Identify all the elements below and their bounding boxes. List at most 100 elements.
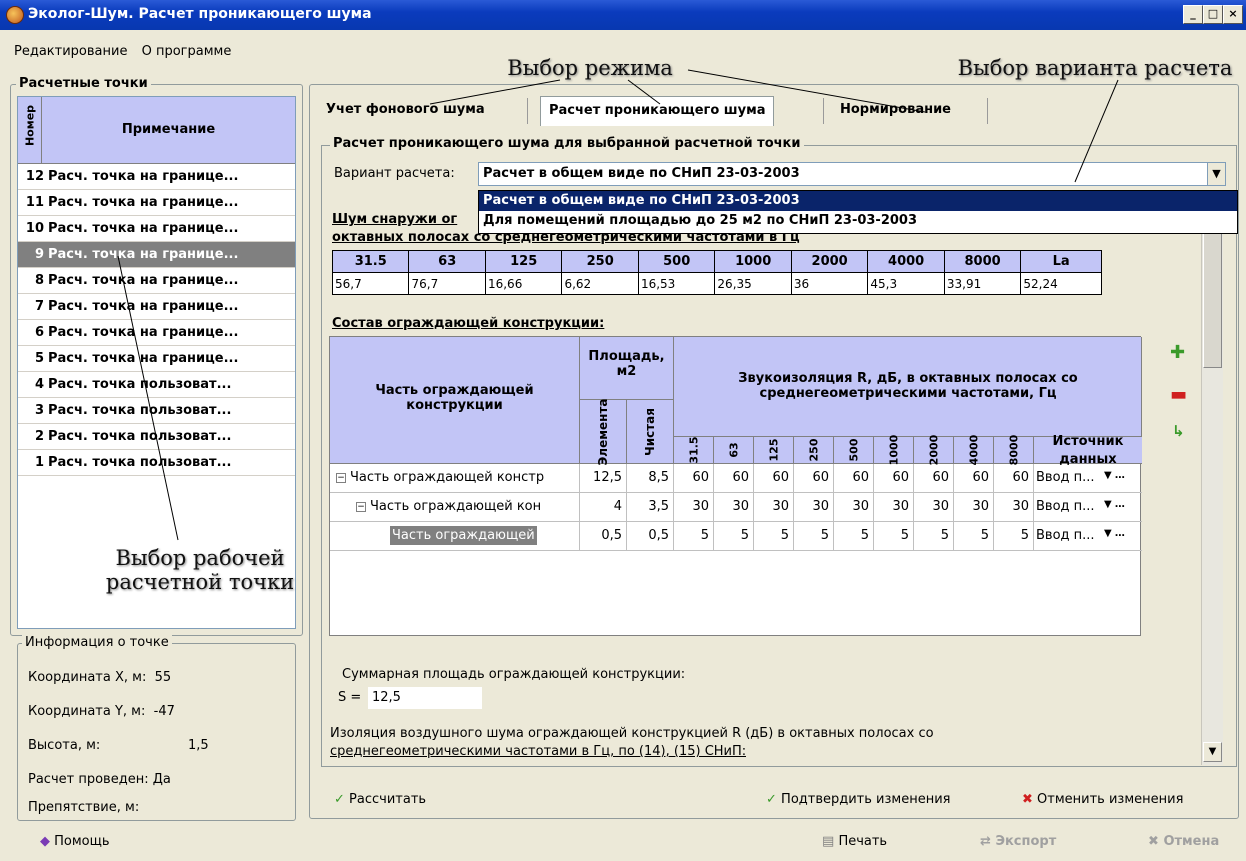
freq-value-cell[interactable]: 36 [790,272,869,295]
list-item[interactable]: 9 Расч. точка на границе... [18,242,295,268]
col-freq-header[interactable]: 500 [834,437,874,464]
freq-value-cell[interactable]: 16,53 [637,272,716,295]
isolation-cell[interactable]: 30 [714,493,754,522]
isolation-cell[interactable]: 5 [754,522,794,551]
menu-about[interactable]: О программе [142,44,232,59]
isolation-cell[interactable]: 60 [674,464,714,493]
source-controls[interactable]: ▼ … [1104,528,1125,539]
col-freq-header[interactable]: 1000 [874,435,914,465]
collapse-icon[interactable]: − [336,473,346,483]
minimize-button[interactable]: _ [1183,5,1203,24]
isolation-cell[interactable]: 5 [714,522,754,551]
menu-edit[interactable]: Редактирование [14,44,127,59]
col-area-elem-header[interactable]: Элемента [580,398,627,465]
col-source-header[interactable]: Источник данных [1034,434,1142,467]
dropdown-arrow-icon[interactable]: ▼ [1104,499,1112,510]
isolation-cell[interactable]: 60 [914,464,954,493]
freq-value-cell[interactable]: 45,3 [867,272,945,295]
tab-background-noise[interactable]: Учет фонового шума [318,96,493,126]
col-freq-header[interactable]: 63 [714,437,754,464]
col-note-header[interactable]: Примечание [42,122,295,137]
isolation-cell[interactable]: 30 [674,493,714,522]
chevron-down-icon[interactable]: ▼ [1207,163,1225,185]
variant-option-small-room[interactable]: Для помещений площадью до 25 м2 по СНиП … [479,211,1237,231]
freq-value-cell[interactable]: 16,66 [484,272,563,295]
total-area-field[interactable]: 12,5 [368,687,482,709]
isolation-cell[interactable]: 5 [994,522,1034,551]
isolation-cell[interactable]: 60 [714,464,754,493]
collapse-icon[interactable]: − [356,502,366,512]
export-button[interactable]: ⇄ Экспорт [980,834,1056,849]
close-button[interactable]: × [1223,5,1243,24]
isolation-cell[interactable]: 60 [954,464,994,493]
isolation-cell[interactable]: 60 [874,464,914,493]
isolation-cell[interactable]: 5 [874,522,914,551]
freq-value-cell[interactable]: 6,62 [561,272,639,295]
scroll-down-button[interactable]: ▼ [1203,742,1222,762]
source-controls[interactable]: ▼ … [1104,499,1125,510]
list-item[interactable]: 6 Расч. точка на границе... [18,320,295,346]
scroll-thumb[interactable] [1203,228,1222,368]
area-clean-cell[interactable]: 3,5 [627,493,674,522]
add-row-icon[interactable]: ✚ [1170,344,1185,362]
col-freq-header[interactable]: 250 [794,437,834,464]
list-item[interactable]: 5 Расч. точка на границе... [18,346,295,372]
isolation-cell[interactable]: 30 [834,493,874,522]
print-button[interactable]: ▤ Печать [822,834,887,849]
variant-select[interactable]: Расчет в общем виде по СНиП 23-03-2003 ▼ [478,162,1226,186]
ellipsis-button[interactable]: … [1115,528,1125,539]
ellipsis-button[interactable]: … [1115,470,1125,481]
table-row[interactable]: − Часть ограждающей кон [330,493,580,522]
vertical-scrollbar[interactable]: ▼ [1201,200,1223,765]
col-freq-header[interactable]: 4000 [954,435,994,465]
variant-option-general[interactable]: Расчет в общем виде по СНиП 23-03-2003 [479,191,1237,211]
list-item[interactable]: 7 Расч. точка на границе... [18,294,295,320]
isolation-cell[interactable]: 5 [834,522,874,551]
isolation-cell[interactable]: 30 [794,493,834,522]
confirm-changes-button[interactable]: ✓ Подтвердить изменения [766,792,951,807]
isolation-cell[interactable]: 30 [994,493,1034,522]
cancel-button[interactable]: ✖ Отмена [1148,834,1219,849]
freq-value-cell[interactable]: 76,7 [408,272,486,295]
freq-value-cell[interactable]: 52,24 [1020,272,1102,295]
delete-row-icon[interactable]: ▬ [1170,386,1187,404]
source-controls[interactable]: ▼ … [1104,470,1125,481]
col-freq-header[interactable]: 2000 [914,435,954,465]
isolation-cell[interactable]: 5 [794,522,834,551]
area-element-cell[interactable]: 4 [580,493,627,522]
list-item[interactable]: 12 Расч. точка на границе... [18,164,295,190]
area-element-cell[interactable]: 12,5 [580,464,627,493]
col-part-header[interactable]: Часть ограждающей конструкции [330,337,580,464]
list-item[interactable]: 4 Расч. точка пользоват... [18,372,295,398]
add-child-icon[interactable]: ↳ [1172,422,1185,440]
isolation-cell[interactable]: 30 [914,493,954,522]
col-number-header[interactable]: Номер [18,97,42,163]
maximize-button[interactable]: □ [1203,5,1223,24]
isolation-cell[interactable]: 60 [754,464,794,493]
list-item[interactable]: 8 Расч. точка на границе... [18,268,295,294]
isolation-cell[interactable]: 60 [834,464,874,493]
isolation-cell[interactable]: 60 [994,464,1034,493]
col-freq-header[interactable]: 125 [754,437,794,464]
dropdown-arrow-icon[interactable]: ▼ [1104,528,1112,539]
freq-value-cell[interactable]: 33,91 [943,272,1022,295]
table-row[interactable]: − Часть ограждающей констр [330,464,580,493]
calculate-button[interactable]: ✓ Рассчитать [334,792,426,807]
source-cell[interactable]: Ввод п... [1034,464,1142,493]
freq-value-cell[interactable]: 26,35 [714,272,792,295]
isolation-cell[interactable]: 30 [874,493,914,522]
col-freq-header[interactable]: 31.5 [674,436,714,464]
area-clean-cell[interactable]: 8,5 [627,464,674,493]
list-item[interactable]: 1 Расч. точка пользоват... [18,450,295,476]
isolation-cell[interactable]: 30 [754,493,794,522]
isolation-cell[interactable]: 5 [954,522,994,551]
composition-grid[interactable]: Часть ограждающей конструкции Площадь, м… [329,336,1142,636]
area-clean-cell[interactable]: 0,5 [627,522,674,551]
list-item[interactable]: 3 Расч. точка пользоват... [18,398,295,424]
isolation-cell[interactable]: 60 [794,464,834,493]
tab-penetrating-noise[interactable]: Расчет проникающего шума [540,96,775,126]
list-item[interactable]: 11 Расч. точка на границе... [18,190,295,216]
cancel-changes-button[interactable]: ✖ Отменить изменения [1022,792,1183,807]
col-freq-header[interactable]: 8000 [994,435,1034,465]
area-element-cell[interactable]: 0,5 [580,522,627,551]
